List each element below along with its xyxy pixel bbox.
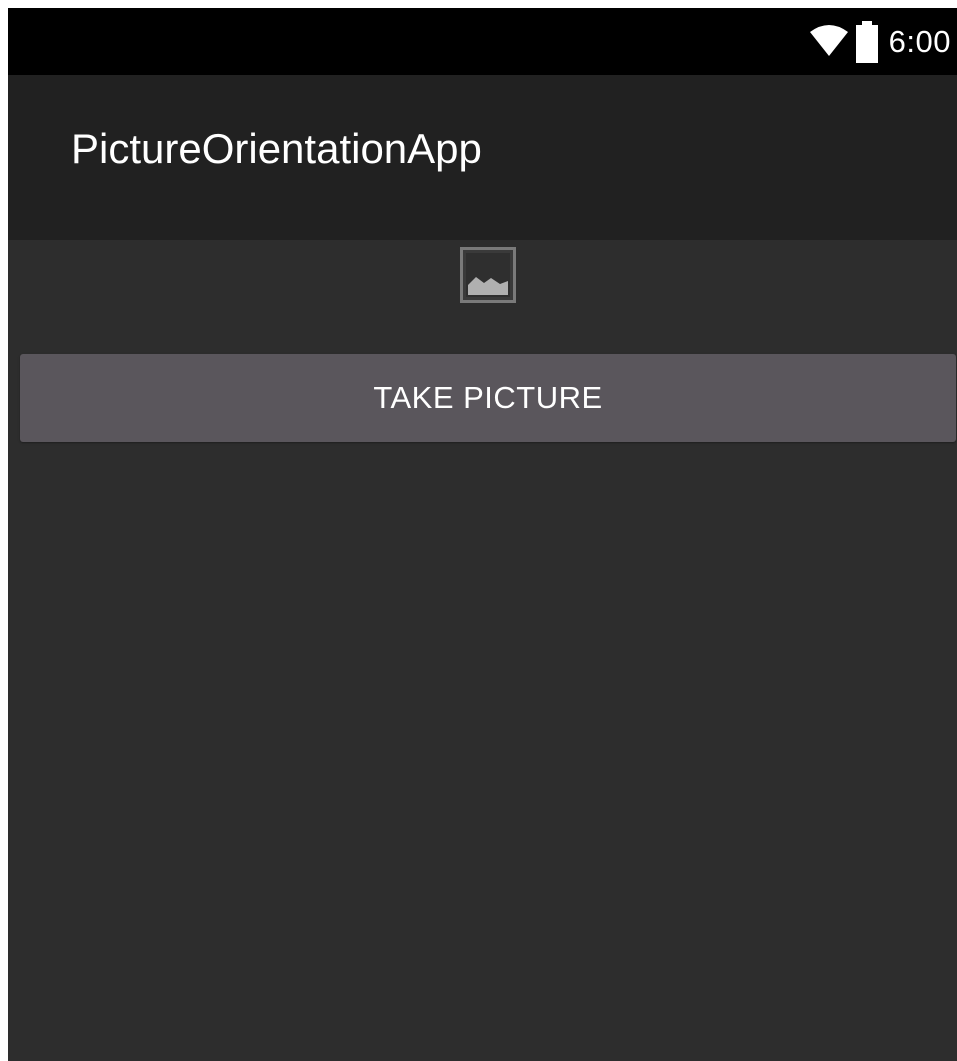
wifi-icon [809,24,848,56]
battery-icon [855,20,878,63]
app-title: PictureOrientationApp [71,125,482,172]
app-screen: 6:00 PictureOrientationApp TAKE PICTURE [8,8,957,1061]
take-picture-button[interactable]: TAKE PICTURE [20,354,956,442]
status-time: 6:00 [888,23,951,59]
image-icon [460,247,516,303]
status-bar: 6:00 [8,8,957,75]
app-bar: PictureOrientationApp [8,75,957,240]
status-icons: 6:00 [809,8,951,75]
